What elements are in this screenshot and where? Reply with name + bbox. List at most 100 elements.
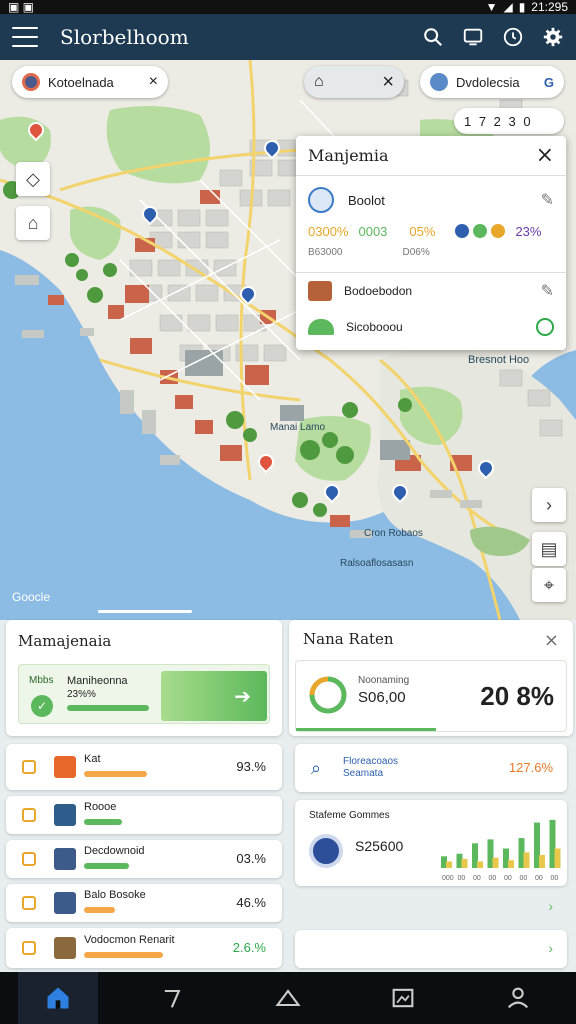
- menu-icon[interactable]: [12, 27, 38, 47]
- next-button[interactable]: ›: [532, 488, 566, 522]
- row-value: 2.6.%: [232, 940, 266, 955]
- clock-icon[interactable]: [502, 26, 524, 48]
- stat-c: 05%: [409, 223, 436, 239]
- list-item[interactable]: Vodocmon Renarit 2.6.%: [6, 928, 282, 968]
- nav-gallery[interactable]: [363, 972, 443, 1024]
- close-icon[interactable]: ×: [544, 630, 559, 651]
- chart-card[interactable]: Stafeme Gommes S25600 000 00 00 00 00 00 00 00: [295, 800, 567, 886]
- user-chip[interactable]: ⌂ ×: [304, 66, 404, 98]
- search-icon[interactable]: [422, 26, 444, 48]
- chart-tick-label: 00: [551, 875, 559, 882]
- layers-button[interactable]: ◇: [16, 162, 50, 196]
- row-progress-bar: [84, 771, 147, 777]
- list-item[interactable]: Decdownoid 03.%: [6, 840, 282, 878]
- chart-bar: [539, 855, 545, 868]
- close-icon[interactable]: ×: [536, 143, 554, 168]
- row-name: Decdownoid: [84, 845, 145, 857]
- chart-bar: [554, 848, 561, 868]
- chart-tick-label: 00: [489, 875, 497, 882]
- row-checkbox[interactable]: [22, 896, 36, 910]
- nav-profile[interactable]: [478, 972, 558, 1024]
- more-card[interactable]: ›: [295, 930, 567, 968]
- chart-tick-label: 00: [504, 875, 512, 882]
- chart-bar: [523, 852, 530, 868]
- list-item[interactable]: Kat 93.%: [6, 744, 282, 790]
- directions-icon: [164, 989, 181, 1008]
- go-button[interactable]: ➔: [161, 671, 267, 721]
- alert-card[interactable]: ⌕ Floreacoaos Seamata 127.6%: [295, 744, 567, 792]
- nav-directions[interactable]: [133, 972, 213, 1024]
- clipboard-button[interactable]: ▤: [532, 532, 566, 566]
- row-value: 93.%: [236, 759, 266, 774]
- sub-b: D06%: [402, 246, 430, 258]
- chevron-right-icon: ›: [548, 940, 553, 956]
- list-item[interactable]: Balo Bosoke 46.%: [6, 884, 282, 922]
- chart-bar: [461, 858, 468, 868]
- row-progress-bar: [84, 863, 129, 869]
- left-panel: Mamajenaia Mbbs ✓ Maniheonna 23%% ➔ Kat 9…: [6, 620, 282, 970]
- row-value: 46.%: [236, 895, 266, 910]
- stat-d: 23%: [515, 223, 542, 239]
- row-name: Balo Bosoke: [84, 889, 146, 901]
- row-type-icon: [54, 892, 76, 914]
- gauge-label: Noonaming: [358, 675, 410, 686]
- bottom-navigation: [0, 972, 576, 1024]
- hero-value: 23%%: [67, 689, 96, 700]
- map-label-dock: Cron Robaos: [364, 528, 423, 539]
- close-icon[interactable]: ×: [382, 71, 394, 94]
- blue-dot-icon: [455, 224, 470, 238]
- location-button[interactable]: ⌖: [532, 568, 566, 602]
- counter-value: 1 7 2 3 0: [464, 113, 533, 129]
- chart-bar: [508, 860, 514, 868]
- row-name: Kat: [84, 753, 101, 765]
- popup-title: Manjemia: [308, 146, 389, 165]
- stat-a: 0300%: [308, 223, 349, 239]
- alert-subtitle: Seamata: [343, 768, 384, 779]
- settings-gear-icon[interactable]: [542, 26, 564, 48]
- location-chip-left[interactable]: Kotoelnada ×: [12, 66, 168, 98]
- drag-handle[interactable]: [98, 610, 192, 613]
- clipboard-icon: ▤: [540, 538, 558, 559]
- status-icons-left: ▣ ▣: [8, 0, 35, 14]
- nav-explore[interactable]: [248, 972, 328, 1024]
- row-checkbox[interactable]: [22, 760, 36, 774]
- chip-right-label: Dvdolecsia: [456, 74, 520, 90]
- row-type-icon: [54, 848, 76, 870]
- screen-icon[interactable]: [462, 26, 484, 48]
- row-checkbox[interactable]: [22, 808, 36, 822]
- close-icon[interactable]: ×: [149, 73, 158, 91]
- chip-left-label: Kotoelnada: [48, 74, 114, 90]
- status-ring-icon[interactable]: [536, 318, 554, 336]
- home-button[interactable]: ⌂: [16, 206, 50, 240]
- chart-title: Stafeme Gommes: [309, 810, 390, 821]
- expand-row[interactable]: ›: [295, 894, 567, 920]
- battery-icon: ▮: [518, 0, 526, 14]
- summary-card[interactable]: Mamajenaia Mbbs ✓ Maniheonna 23%% ➔: [6, 620, 282, 736]
- building-icon: [308, 281, 332, 301]
- list-item[interactable]: Roooe: [6, 796, 282, 834]
- counter-chip[interactable]: 1 7 2 3 0: [454, 108, 564, 134]
- location-chip-right[interactable]: Dvdolecsia G: [420, 66, 564, 98]
- right-panel-title: Nana Raten: [303, 630, 394, 648]
- chart-value: S25600: [355, 838, 404, 854]
- nav-home[interactable]: [17, 972, 98, 1024]
- metric-progress-bar: [296, 728, 436, 731]
- row-name: Vodocmon Renarit: [84, 934, 175, 946]
- google-attribution: Goocle: [12, 590, 51, 604]
- search-icon: ⌕: [311, 758, 322, 778]
- row-value: 03.%: [236, 851, 266, 866]
- user-icon: ⌂: [314, 73, 324, 90]
- map-label-park: Manai Lamo: [270, 422, 326, 433]
- popup-item1-name: Boolot: [348, 192, 385, 208]
- chart-tick-label: 00: [458, 875, 466, 882]
- home-icon: [47, 987, 69, 1009]
- row-checkbox[interactable]: [22, 941, 36, 955]
- chevron-right-icon: ›: [546, 494, 552, 515]
- edit-icon[interactable]: ✎: [541, 190, 554, 210]
- park-icon: [308, 319, 334, 335]
- edit-icon[interactable]: ✎: [541, 281, 554, 301]
- chart-bar: [477, 861, 483, 868]
- row-checkbox[interactable]: [22, 852, 36, 866]
- bottom-panels: Mamajenaia Mbbs ✓ Maniheonna 23%% ➔ Kat 9…: [0, 620, 576, 972]
- metrics-card: Nana Raten × Noonaming S06,00 20 8%: [289, 620, 573, 736]
